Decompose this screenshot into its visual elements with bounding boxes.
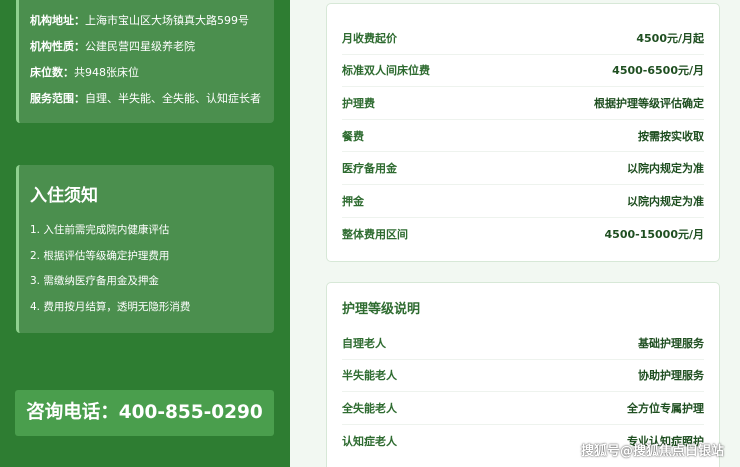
info-row-beds: 床位数：共948张床位 bbox=[30, 60, 274, 86]
notice-item: 2. 根据评估等级确定护理费用 bbox=[30, 249, 170, 262]
fee-label: 押金 bbox=[342, 194, 364, 208]
fee-row-nursing: 护理费 根据护理等级评估确定 bbox=[342, 87, 704, 120]
notice-item: 3. 需缴纳医疗备用金及押金 bbox=[30, 275, 159, 287]
fee-value: 4500元/月起 bbox=[636, 31, 704, 45]
level-value: 全方位专属护理 bbox=[627, 401, 704, 415]
fee-row-deposit: 押金 以院内规定为准 bbox=[342, 185, 704, 218]
fee-label: 护理费 bbox=[342, 96, 375, 110]
info-label: 机构性质： bbox=[30, 40, 85, 53]
info-value: 共948张床位 bbox=[74, 66, 139, 79]
care-level-title: 护理等级说明 bbox=[342, 302, 421, 317]
fee-value: 以院内规定为准 bbox=[627, 162, 704, 176]
institution-info-card: 机构地址：上海市宝山区大场镇真大路599号 机构性质：公建民营四星级养老院 床位… bbox=[16, 0, 274, 123]
info-value: 上海市宝山区大场镇真大路599号 bbox=[85, 14, 249, 27]
info-row-scope: 服务范围：自理、半失能、全失能、认知症长者 bbox=[30, 86, 274, 112]
left-column: 机构地址：上海市宝山区大场镇真大路599号 机构性质：公建民营四星级养老院 床位… bbox=[0, 0, 290, 467]
fee-value: 以院内规定为准 bbox=[627, 194, 704, 208]
fee-label: 标准双人间床位费 bbox=[342, 64, 430, 78]
notice-title: 入住须知 bbox=[30, 186, 98, 206]
fee-label: 整体费用区间 bbox=[342, 227, 408, 241]
level-value: 协助护理服务 bbox=[638, 369, 704, 383]
info-label: 床位数： bbox=[30, 66, 74, 79]
fee-table-panel: 月收费起价 4500元/月起 标准双人间床位费 4500-6500元/月 护理费… bbox=[326, 3, 720, 262]
info-row-nature: 机构性质：公建民营四星级养老院 bbox=[30, 34, 274, 60]
fee-value: 按需按实收取 bbox=[638, 129, 704, 143]
level-row-self-care: 自理老人 基础护理服务 bbox=[342, 327, 704, 360]
fee-row-double-room: 标准双人间床位费 4500-6500元/月 bbox=[342, 55, 704, 88]
info-label: 服务范围： bbox=[30, 92, 85, 105]
info-value: 自理、半失能、全失能、认知症长者 bbox=[85, 92, 261, 105]
level-label: 全失能老人 bbox=[342, 401, 397, 415]
fee-label: 医疗备用金 bbox=[342, 162, 397, 176]
fee-label: 餐费 bbox=[342, 129, 364, 143]
watermark: 搜狐号@搜狐焦点日银站 bbox=[580, 444, 724, 459]
level-label: 认知症老人 bbox=[342, 435, 397, 449]
level-row-fully-disabled: 全失能老人 全方位专属护理 bbox=[342, 392, 704, 425]
level-label: 自理老人 bbox=[342, 336, 386, 350]
level-label: 半失能老人 bbox=[342, 369, 397, 383]
consult-phone-button[interactable]: 咨询电话：400-855-0290 bbox=[15, 390, 274, 436]
fee-label: 月收费起价 bbox=[342, 31, 397, 45]
fee-row-monthly-start: 月收费起价 4500元/月起 bbox=[342, 22, 704, 55]
fee-row-medical-reserve: 医疗备用金 以院内规定为准 bbox=[342, 152, 704, 185]
fee-value: 4500-15000元/月 bbox=[604, 227, 704, 241]
notice-item: 4. 费用按月结算，透明无隐形消费 bbox=[30, 300, 191, 313]
fee-value: 根据护理等级评估确定 bbox=[594, 96, 704, 110]
level-value: 基础护理服务 bbox=[638, 336, 704, 350]
admission-notice-card: 入住须知 1. 入住前需完成院内健康评估 2. 根据评估等级确定护理费用 3. … bbox=[16, 165, 274, 333]
info-label: 机构地址： bbox=[30, 14, 85, 27]
level-row-semi-disabled: 半失能老人 协助护理服务 bbox=[342, 360, 704, 393]
notice-item: 1. 入住前需完成院内健康评估 bbox=[30, 224, 170, 236]
fee-row-meals: 餐费 按需按实收取 bbox=[342, 120, 704, 153]
info-value: 公建民营四星级养老院 bbox=[85, 40, 195, 53]
info-row-address: 机构地址：上海市宝山区大场镇真大路599号 bbox=[30, 8, 274, 34]
fee-row-total-range: 整体费用区间 4500-15000元/月 bbox=[342, 218, 704, 251]
fee-value: 4500-6500元/月 bbox=[612, 64, 704, 78]
